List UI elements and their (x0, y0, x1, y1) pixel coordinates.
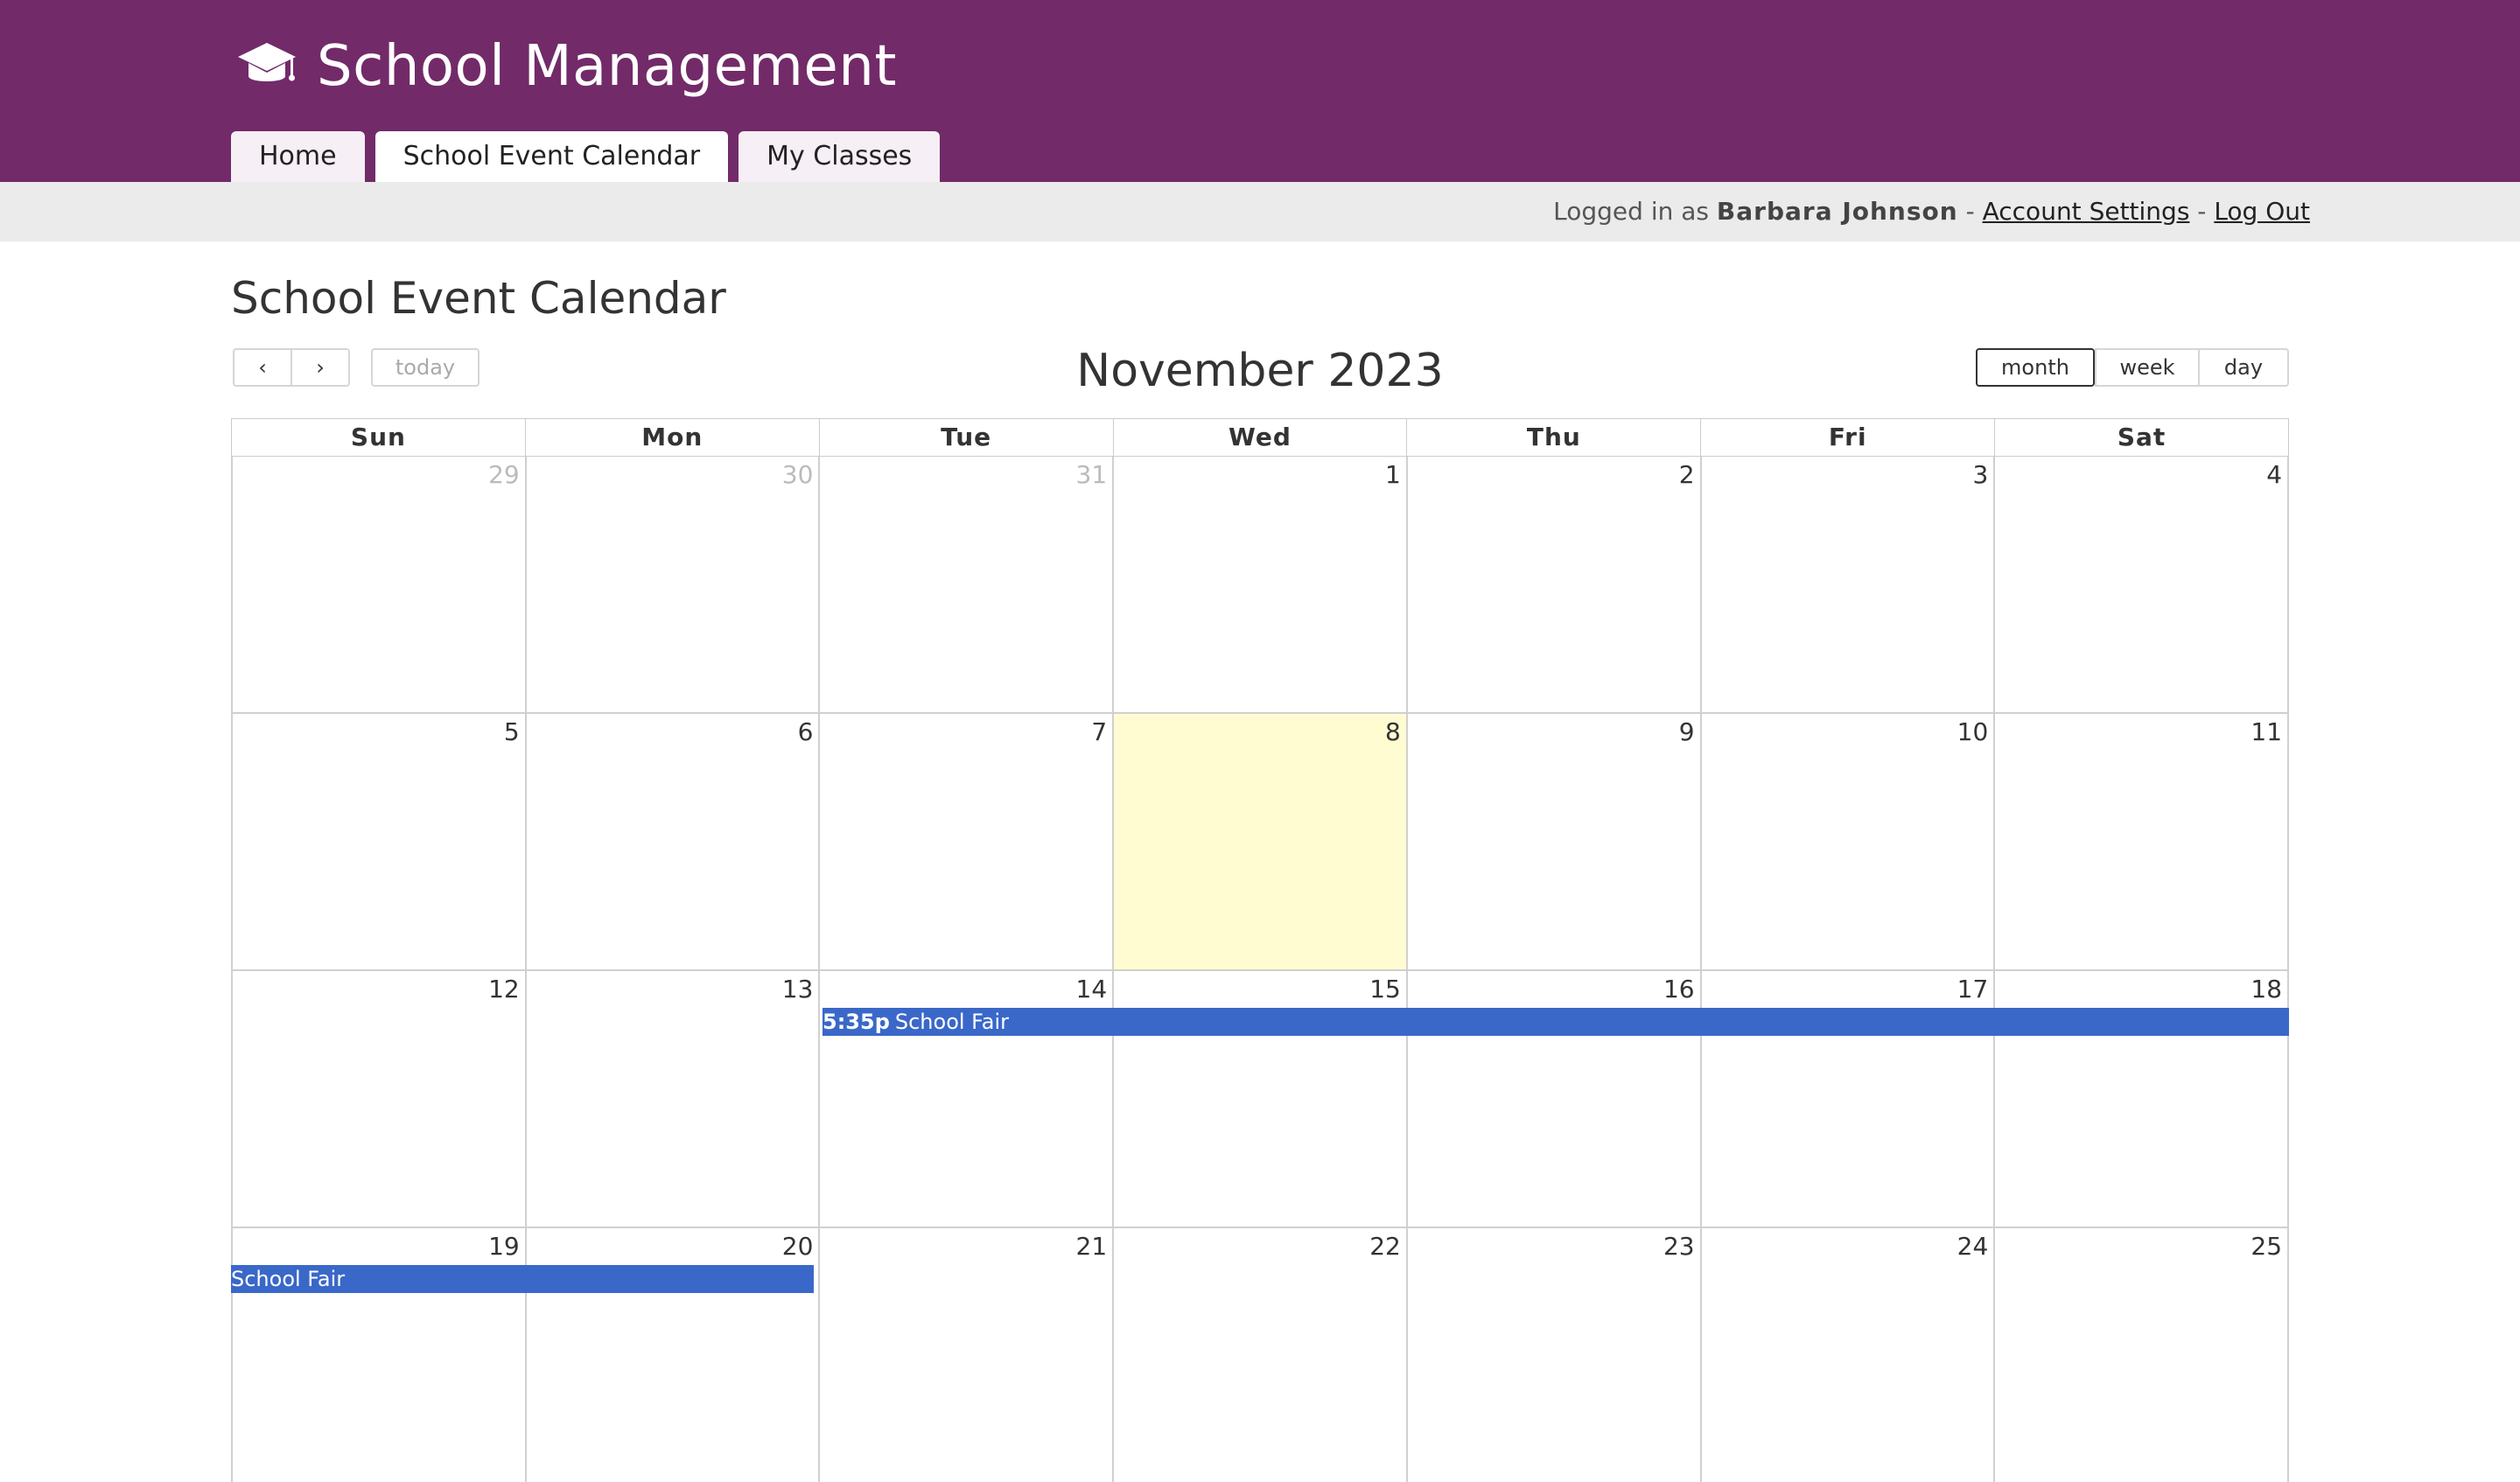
app-logo[interactable]: School Management (236, 24, 897, 108)
page-title: School Event Calendar (231, 273, 726, 324)
separator: - (1957, 197, 1983, 226)
day-number[interactable]: 4 (2266, 460, 2282, 489)
day-cell[interactable]: 21 (818, 1228, 1112, 1482)
day-number[interactable]: 15 (1369, 975, 1401, 1003)
day-cell[interactable]: 24 (1699, 1228, 1994, 1482)
weekday-header-row: Sun Mon Tue Wed Thu Fri Sat (231, 418, 2289, 457)
calendar-week-row: 29 30 31 1 2 3 4 (231, 457, 2289, 714)
day-cell[interactable]: 22 (1112, 1228, 1406, 1482)
user-bar: Logged in as Barbara Johnson - Account S… (0, 182, 2520, 241)
month-calendar: Sun Mon Tue Wed Thu Fri Sat 29 30 31 1 2 3 4 5 6… (231, 418, 2289, 1482)
main-nav: Home School Event Calendar My Classes (231, 131, 950, 182)
calendar-month-title: November 2023 (1076, 345, 1444, 397)
app-title: School Management (317, 34, 897, 99)
day-cell[interactable]: 4 (1993, 457, 2289, 714)
view-day-button[interactable]: day (2198, 348, 2289, 387)
day-number[interactable]: 8 (1385, 717, 1401, 746)
tab-home[interactable]: Home (231, 131, 365, 182)
calendar-week-row: 5 6 7 8 9 10 11 (231, 714, 2289, 971)
day-number[interactable]: 12 (488, 975, 520, 1003)
user-name: Barbara Johnson (1716, 197, 1958, 226)
graduation-cap-icon (236, 39, 317, 94)
day-cell[interactable]: 9 (1405, 714, 1700, 971)
day-number[interactable]: 7 (1091, 717, 1107, 746)
day-cell[interactable]: 7 (818, 714, 1113, 971)
today-button[interactable]: today (371, 348, 480, 387)
logged-in-label: Logged in as (1553, 197, 1717, 226)
day-cell[interactable]: 23 (1405, 1228, 1700, 1482)
logout-link[interactable]: Log Out (2214, 197, 2310, 226)
day-number[interactable]: 6 (798, 717, 814, 746)
prev-month-button[interactable]: ‹ (233, 348, 292, 387)
tab-school-event-calendar[interactable]: School Event Calendar (374, 131, 729, 182)
separator: - (2189, 197, 2215, 226)
weekday-header: Sat (1994, 418, 2289, 457)
day-number[interactable]: 17 (1957, 975, 1989, 1003)
day-number[interactable]: 10 (1957, 717, 1989, 746)
day-number[interactable]: 31 (1076, 460, 1108, 489)
day-number[interactable]: 25 (2250, 1232, 2282, 1261)
day-number[interactable]: 1 (1385, 460, 1401, 489)
weekday-header: Sun (231, 418, 525, 457)
day-number[interactable]: 16 (1663, 975, 1695, 1003)
event-title: School Fair (894, 1010, 1010, 1034)
login-status: Logged in as Barbara Johnson - Account S… (1553, 182, 2310, 241)
day-number[interactable]: 14 (1076, 975, 1108, 1003)
day-cell[interactable]: 30 (524, 457, 819, 714)
day-cell-today[interactable]: 8 (1112, 714, 1406, 971)
day-number[interactable]: 2 (1679, 460, 1695, 489)
app-header: School Management Home School Event Cale… (0, 0, 2520, 182)
tab-my-classes[interactable]: My Classes (738, 131, 941, 182)
day-number[interactable]: 22 (1369, 1232, 1401, 1261)
next-month-button[interactable]: › (290, 348, 350, 387)
day-number[interactable]: 21 (1076, 1232, 1108, 1261)
day-cell[interactable]: 10 (1699, 714, 1994, 971)
event-time: 5:35p (822, 1010, 890, 1034)
day-cell[interactable]: 31 (818, 457, 1113, 714)
day-cell[interactable]: 13 (524, 971, 819, 1228)
day-number[interactable]: 13 (782, 975, 814, 1003)
day-cell[interactable]: 5 (231, 714, 525, 971)
day-number[interactable]: 30 (782, 460, 814, 489)
day-number[interactable]: 19 (488, 1232, 520, 1261)
day-number[interactable]: 18 (2250, 975, 2282, 1003)
day-number[interactable]: 23 (1663, 1232, 1695, 1261)
day-number[interactable]: 9 (1679, 717, 1695, 746)
day-cell[interactable]: 11 (1993, 714, 2289, 971)
day-number[interactable]: 5 (504, 717, 520, 746)
calendar-event[interactable]: 5:35p School Fair (822, 1008, 2289, 1036)
view-month-button[interactable]: month (1976, 348, 2095, 387)
weekday-header: Wed (1112, 418, 1407, 457)
weekday-header: Tue (818, 418, 1113, 457)
day-number[interactable]: 3 (1972, 460, 1988, 489)
day-number[interactable]: 11 (2250, 717, 2282, 746)
calendar-event[interactable]: School Fair (231, 1265, 814, 1293)
day-cell[interactable]: 2 (1405, 457, 1700, 714)
account-settings-link[interactable]: Account Settings (1983, 197, 2190, 226)
weekday-header: Fri (1700, 418, 1995, 457)
event-title: School Fair (231, 1267, 346, 1291)
day-cell[interactable]: 6 (524, 714, 819, 971)
day-number[interactable]: 20 (782, 1232, 814, 1261)
day-number[interactable]: 29 (488, 460, 520, 489)
day-cell[interactable]: 29 (231, 457, 525, 714)
weekday-header: Thu (1406, 418, 1701, 457)
weekday-header: Mon (524, 418, 819, 457)
day-cell[interactable]: 12 (231, 971, 525, 1228)
day-cell[interactable]: 3 (1699, 457, 1994, 714)
day-number[interactable]: 24 (1957, 1232, 1989, 1261)
day-cell[interactable]: 1 (1112, 457, 1406, 714)
day-cell[interactable]: 25 (1993, 1228, 2289, 1482)
view-week-button[interactable]: week (2095, 348, 2200, 387)
